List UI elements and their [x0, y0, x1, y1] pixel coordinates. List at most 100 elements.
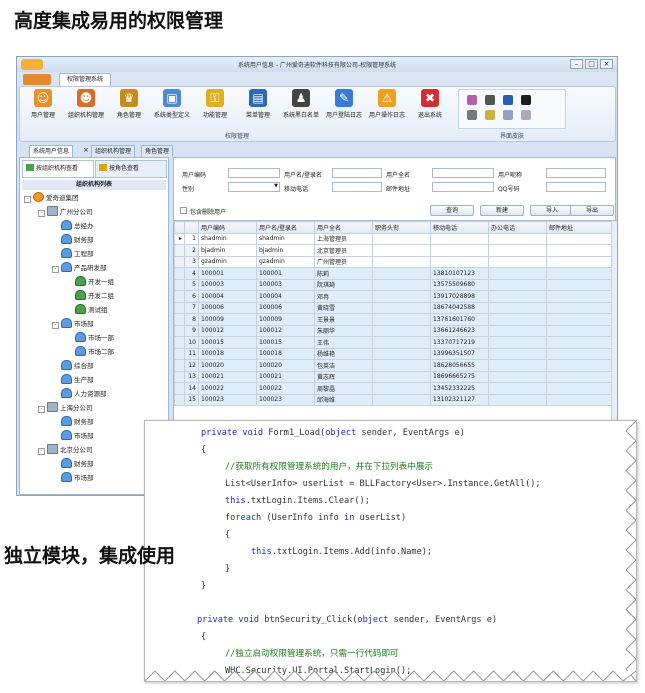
collapse-icon[interactable]: -	[38, 210, 45, 217]
row-selector[interactable]	[174, 313, 185, 326]
collapse-icon[interactable]: -	[24, 196, 31, 203]
tree-node[interactable]: 市场部	[52, 430, 94, 443]
email-input[interactable]	[432, 182, 494, 192]
table-row[interactable]: 5 100003 100003 阮琪琦 13575509680	[174, 278, 612, 291]
row-selector[interactable]	[174, 244, 185, 257]
table-row[interactable]: 6 100004 100004 邓冉 13917028898	[174, 290, 612, 303]
nickname-input[interactable]	[546, 168, 606, 178]
table-row[interactable]: 9 100012 100012 朱丽华 13661246623	[174, 324, 612, 337]
column-header[interactable]: 邮件地址	[546, 221, 612, 234]
tree-node[interactable]: 市场二部	[66, 346, 114, 359]
tree-node[interactable]: 测试组	[66, 304, 108, 317]
export-button[interactable]: 导出	[570, 205, 614, 216]
ribbon-button-6[interactable]: ♟ 系统黑白名单	[282, 89, 320, 119]
ribbon-button-1[interactable]: ☻ 组织机构管理	[67, 89, 105, 119]
table-row[interactable]: 7 100006 100006 黄晓雪 18674042588	[174, 301, 612, 314]
tree-node[interactable]: - 市场部	[52, 318, 94, 331]
tree-node[interactable]: 财务部	[52, 234, 94, 247]
skin-swatch-icon[interactable]	[521, 95, 531, 105]
mobile-input[interactable]	[332, 182, 382, 192]
view-by-org-button[interactable]: 按组织机构查看	[22, 160, 94, 178]
tree-node[interactable]: - 爱奇迪集团	[24, 192, 79, 205]
tab-org-management[interactable]: 组织机构管理	[91, 145, 136, 157]
skin-swatch-icon[interactable]	[521, 110, 531, 120]
tree-node[interactable]: 市场一部	[66, 332, 114, 345]
minimize-icon[interactable]: –	[570, 59, 583, 69]
ribbon-button-7[interactable]: ✎ 用户登陆日志	[325, 89, 363, 119]
table-row[interactable]: 8 100009 100009 王景景 13761601760	[174, 313, 612, 326]
row-selector[interactable]	[174, 290, 185, 303]
column-header[interactable]: 用户名/登录名	[256, 221, 315, 234]
column-header[interactable]: 用户全名	[314, 221, 373, 234]
user-code-input[interactable]	[228, 168, 280, 178]
skin-swatch-icon[interactable]	[503, 110, 513, 120]
tree-node[interactable]: 总经办	[52, 220, 94, 233]
collapse-icon[interactable]: -	[38, 406, 45, 413]
tab-user-info[interactable]: 系统用户信息	[29, 145, 74, 157]
row-selector[interactable]	[174, 336, 185, 349]
qq-input[interactable]	[546, 182, 606, 192]
tree-node[interactable]: 综合部	[52, 360, 94, 373]
maximize-icon[interactable]: □	[585, 59, 598, 69]
tree-node[interactable]: 财务部	[52, 458, 94, 471]
tree-node[interactable]: 工程部	[52, 248, 94, 261]
skin-swatch-icon[interactable]	[503, 95, 513, 105]
import-button[interactable]: 导入	[530, 205, 574, 216]
ribbon-button-5[interactable]: ▤ 菜单管理	[239, 89, 277, 119]
column-header[interactable]: 移动电话	[430, 221, 489, 234]
ribbon-button-4[interactable]: ⚿ 功能管理	[196, 89, 234, 119]
table-row[interactable]: 3 gzadmin gzadmin 广州管理员	[174, 255, 612, 268]
table-row[interactable]: 10 100015 100015 王伟 13370717219	[174, 336, 612, 349]
tree-node[interactable]: 人力资源部	[52, 388, 107, 401]
table-row[interactable]: 14 100022 100022 周黎晶 13452332225	[174, 382, 612, 395]
ribbon-button-2[interactable]: ♛ 角色管理	[110, 89, 148, 119]
tab-role-management[interactable]: 角色管理	[141, 145, 174, 157]
tree-node[interactable]: - 上海分公司	[38, 402, 93, 415]
ribbon-button-9[interactable]: ✖ 退出系统	[411, 89, 449, 119]
row-selector[interactable]	[174, 370, 185, 383]
tree-node[interactable]: 开发二组	[66, 290, 114, 303]
column-header[interactable]: 职务头衔	[372, 221, 431, 234]
gender-select[interactable]: ▼	[228, 182, 280, 192]
collapse-icon[interactable]: -	[52, 266, 59, 273]
login-name-input[interactable]	[332, 168, 382, 178]
table-row[interactable]: 13 100021 100021 黄志辉 18696665275	[174, 370, 612, 383]
skin-swatch-icon[interactable]	[467, 110, 477, 120]
row-selector[interactable]	[174, 255, 185, 268]
row-selector[interactable]	[174, 278, 185, 291]
table-row[interactable]: ▸ 1 shadmin shadmin 上海管理员	[174, 232, 612, 245]
ribbon-tab-main[interactable]: 权限管理系统	[59, 73, 111, 86]
skin-swatch-icon[interactable]	[485, 110, 495, 120]
query-button[interactable]: 查询	[430, 205, 474, 216]
tree-node[interactable]: - 北京分公司	[38, 444, 93, 457]
collapse-icon[interactable]: -	[52, 322, 59, 329]
column-header[interactable]: 用户编码	[198, 221, 257, 234]
ribbon-button-3[interactable]: ▣ 系统类型定义	[153, 89, 191, 119]
tree-node[interactable]: - 广州分公司	[38, 206, 93, 219]
table-row[interactable]: 4 100001 100001 陈莉 13810107123	[174, 267, 612, 280]
row-selector[interactable]	[174, 347, 185, 360]
table-row[interactable]: 12 100020 100020 包英洁 18628056655	[174, 359, 612, 372]
column-header[interactable]: 办公电话	[488, 221, 547, 234]
row-selector[interactable]: ▸	[174, 232, 185, 245]
close-icon[interactable]: ×	[600, 59, 613, 69]
table-row[interactable]: 15 100023 100023 邱海维 13102321127	[174, 393, 612, 406]
include-deleted-checkbox[interactable]	[180, 207, 187, 214]
row-selector[interactable]	[174, 359, 185, 372]
ribbon-button-8[interactable]: ⚠ 用户操作日志	[368, 89, 406, 119]
row-selector[interactable]	[174, 393, 185, 406]
skin-gallery[interactable]	[458, 89, 566, 129]
close-tab-icon[interactable]: ×	[83, 146, 89, 154]
tree-node[interactable]: 财务部	[52, 416, 94, 429]
row-selector[interactable]	[174, 301, 185, 314]
full-name-input[interactable]	[432, 168, 494, 178]
tree-node[interactable]: 市场部	[52, 472, 94, 485]
row-selector[interactable]	[174, 324, 185, 337]
tree-node[interactable]: 生产部	[52, 374, 94, 387]
ribbon-button-0[interactable]: ☺ 用户管理	[24, 89, 62, 119]
skin-swatch-icon[interactable]	[467, 95, 477, 105]
row-selector[interactable]	[174, 382, 185, 395]
collapse-icon[interactable]: -	[38, 448, 45, 455]
row-selector[interactable]	[174, 267, 185, 280]
new-button[interactable]: 新建	[480, 205, 524, 216]
